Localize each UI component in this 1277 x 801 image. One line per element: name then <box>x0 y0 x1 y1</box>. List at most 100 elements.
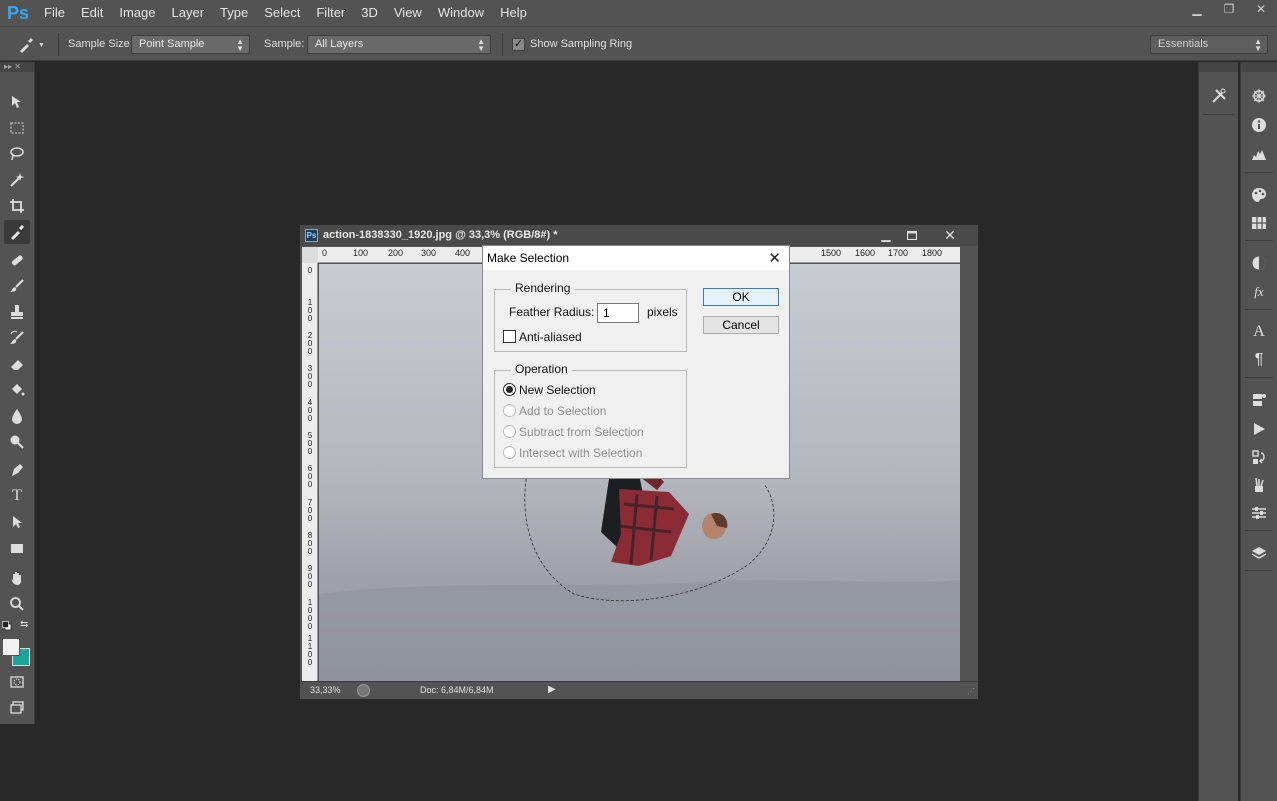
eyedropper-tool-icon[interactable] <box>4 220 30 244</box>
magic-wand-tool-icon[interactable] <box>4 168 30 192</box>
ruler-tick-label: 400 <box>455 248 471 258</box>
histogram-icon[interactable] <box>1241 142 1277 166</box>
eyedropper-tool-preset-icon[interactable]: ▼ <box>18 35 50 55</box>
new-selection-label: New Selection <box>519 383 596 397</box>
ruler-tick-label: 800 <box>307 531 313 556</box>
actions-play-icon[interactable] <box>1241 417 1277 441</box>
styles-fx-icon[interactable]: fx <box>1241 280 1277 304</box>
doc-minimize-icon[interactable]: ▁ <box>874 227 898 243</box>
adjustments-icon[interactable] <box>1241 251 1277 275</box>
window-controls: ▁ ❐ ✕ <box>1181 0 1277 18</box>
radio-selected-dot <box>506 386 513 393</box>
ruler-tick-label: 1600 <box>855 248 876 258</box>
rendering-group-label: Rendering <box>511 281 575 295</box>
crop-tool-icon[interactable] <box>4 194 30 218</box>
vertical-ruler[interactable]: 0 100 200 300 400 500 600 700 800 900 10… <box>302 263 318 681</box>
tools-panel-header[interactable]: ▸▸ ✕ <box>0 62 34 72</box>
history-icon[interactable] <box>1241 445 1277 469</box>
menu-help[interactable]: Help <box>492 0 535 26</box>
resize-grip-icon[interactable]: ⋰ <box>967 687 975 696</box>
cancel-button[interactable]: Cancel <box>703 316 779 334</box>
brush-tool-icon[interactable] <box>4 274 30 298</box>
sample-size-value: Point Sample <box>139 38 205 50</box>
doc-maximize-icon[interactable] <box>900 227 924 243</box>
ruler-tick-label: 1700 <box>888 248 909 258</box>
zoom-level[interactable]: 33,33% <box>310 685 341 695</box>
dialog-titlebar[interactable]: Make Selection ✕ <box>483 246 789 270</box>
panel-dock-header[interactable] <box>1199 62 1238 72</box>
marquee-tool-icon[interactable] <box>4 116 30 140</box>
zoom-tool-icon[interactable] <box>4 592 30 616</box>
menu-select[interactable]: Select <box>256 0 308 26</box>
dialog-title: Make Selection <box>487 251 570 265</box>
menu-image[interactable]: Image <box>111 0 163 26</box>
new-selection-radio[interactable] <box>503 383 516 396</box>
document-title: action-1838330_1920.jpg @ 33,3% (RGB/8#)… <box>323 229 558 241</box>
doc-close-icon[interactable]: ✕ <box>938 227 962 243</box>
paint-bucket-tool-icon[interactable] <box>4 378 30 402</box>
subtract-from-selection-radio[interactable] <box>503 425 516 438</box>
feather-radius-input[interactable] <box>597 303 639 323</box>
intersect-with-selection-radio[interactable] <box>503 446 516 459</box>
add-to-selection-radio[interactable] <box>503 404 516 417</box>
info-icon[interactable] <box>1241 113 1277 137</box>
document-titlebar[interactable]: Ps action-1838330_1920.jpg @ 33,3% (RGB/… <box>300 225 978 246</box>
restore-window-icon[interactable]: ❐ <box>1213 0 1245 18</box>
sample-size-select[interactable]: Point Sample ▲ ▼ <box>131 35 250 54</box>
swap-colors-icon[interactable]: ⇆ <box>20 619 28 630</box>
show-sampling-ring-checkbox[interactable]: ✓ <box>512 38 525 51</box>
blur-tool-icon[interactable] <box>4 404 30 428</box>
menu-view[interactable]: View <box>386 0 430 26</box>
healing-brush-tool-icon[interactable] <box>4 248 30 272</box>
color-palette-icon[interactable] <box>1241 183 1277 207</box>
select-arrows-icon: ▲ ▼ <box>1254 37 1262 53</box>
document-ps-icon: Ps <box>305 229 318 242</box>
ruler-tick-label: 400 <box>307 398 313 423</box>
minimize-window-icon[interactable]: ▁ <box>1181 0 1213 18</box>
tool-presets-icon[interactable] <box>1199 84 1238 108</box>
hand-tool-icon[interactable] <box>4 566 30 590</box>
character-icon[interactable]: A <box>1241 320 1277 344</box>
dialog-close-icon[interactable]: ✕ <box>768 249 781 267</box>
foreground-color-swatch[interactable] <box>2 638 20 656</box>
path-selection-tool-icon[interactable] <box>4 510 30 534</box>
navigator-icon[interactable] <box>1241 84 1277 108</box>
close-window-icon[interactable]: ✕ <box>1245 0 1277 18</box>
paragraph-icon[interactable]: ¶ <box>1241 348 1277 372</box>
workspace-select[interactable]: Essentials ▲ ▼ <box>1150 35 1268 54</box>
default-colors-icon[interactable] <box>2 620 12 631</box>
sample-select[interactable]: All Layers ▲ ▼ <box>307 35 491 54</box>
status-settings-icon[interactable] <box>357 684 370 697</box>
clone-stamp-tool-icon[interactable] <box>4 300 30 324</box>
menu-3d[interactable]: 3D <box>353 0 386 26</box>
rectangle-tool-icon[interactable] <box>4 536 30 560</box>
ruler-tick-label: 1500 <box>821 248 842 258</box>
menu-window[interactable]: Window <box>430 0 492 26</box>
dodge-tool-icon[interactable] <box>4 430 30 454</box>
menu-filter[interactable]: Filter <box>308 0 353 26</box>
menu-file[interactable]: File <box>36 0 73 26</box>
quick-mask-icon[interactable] <box>4 670 30 694</box>
panel-dock-header[interactable] <box>1241 62 1277 72</box>
layers-icon[interactable] <box>1241 541 1277 565</box>
anti-aliased-checkbox[interactable] <box>503 330 516 343</box>
menu-layer[interactable]: Layer <box>164 0 213 26</box>
pen-tool-icon[interactable] <box>4 458 30 482</box>
swatches-icon[interactable] <box>1241 211 1277 235</box>
sample-label: Sample: <box>264 38 305 50</box>
menu-type[interactable]: Type <box>212 0 256 26</box>
properties-icon[interactable] <box>1241 501 1277 525</box>
screen-mode-icon[interactable] <box>4 696 30 720</box>
history-brush-tool-icon[interactable] <box>4 326 30 350</box>
menu-edit[interactable]: Edit <box>73 0 111 26</box>
status-menu-arrow-icon[interactable]: ▶ <box>548 684 556 695</box>
ruler-origin[interactable] <box>302 247 318 263</box>
ok-button[interactable]: OK <box>703 288 779 306</box>
move-tool-icon[interactable] <box>4 90 30 114</box>
brush-presets-icon[interactable] <box>1241 473 1277 497</box>
layer-comps-icon[interactable] <box>1241 388 1277 412</box>
panel-dock-tools <box>1198 62 1238 801</box>
type-tool-icon[interactable]: T <box>4 484 30 508</box>
lasso-tool-icon[interactable] <box>4 142 30 166</box>
eraser-tool-icon[interactable] <box>4 352 30 376</box>
